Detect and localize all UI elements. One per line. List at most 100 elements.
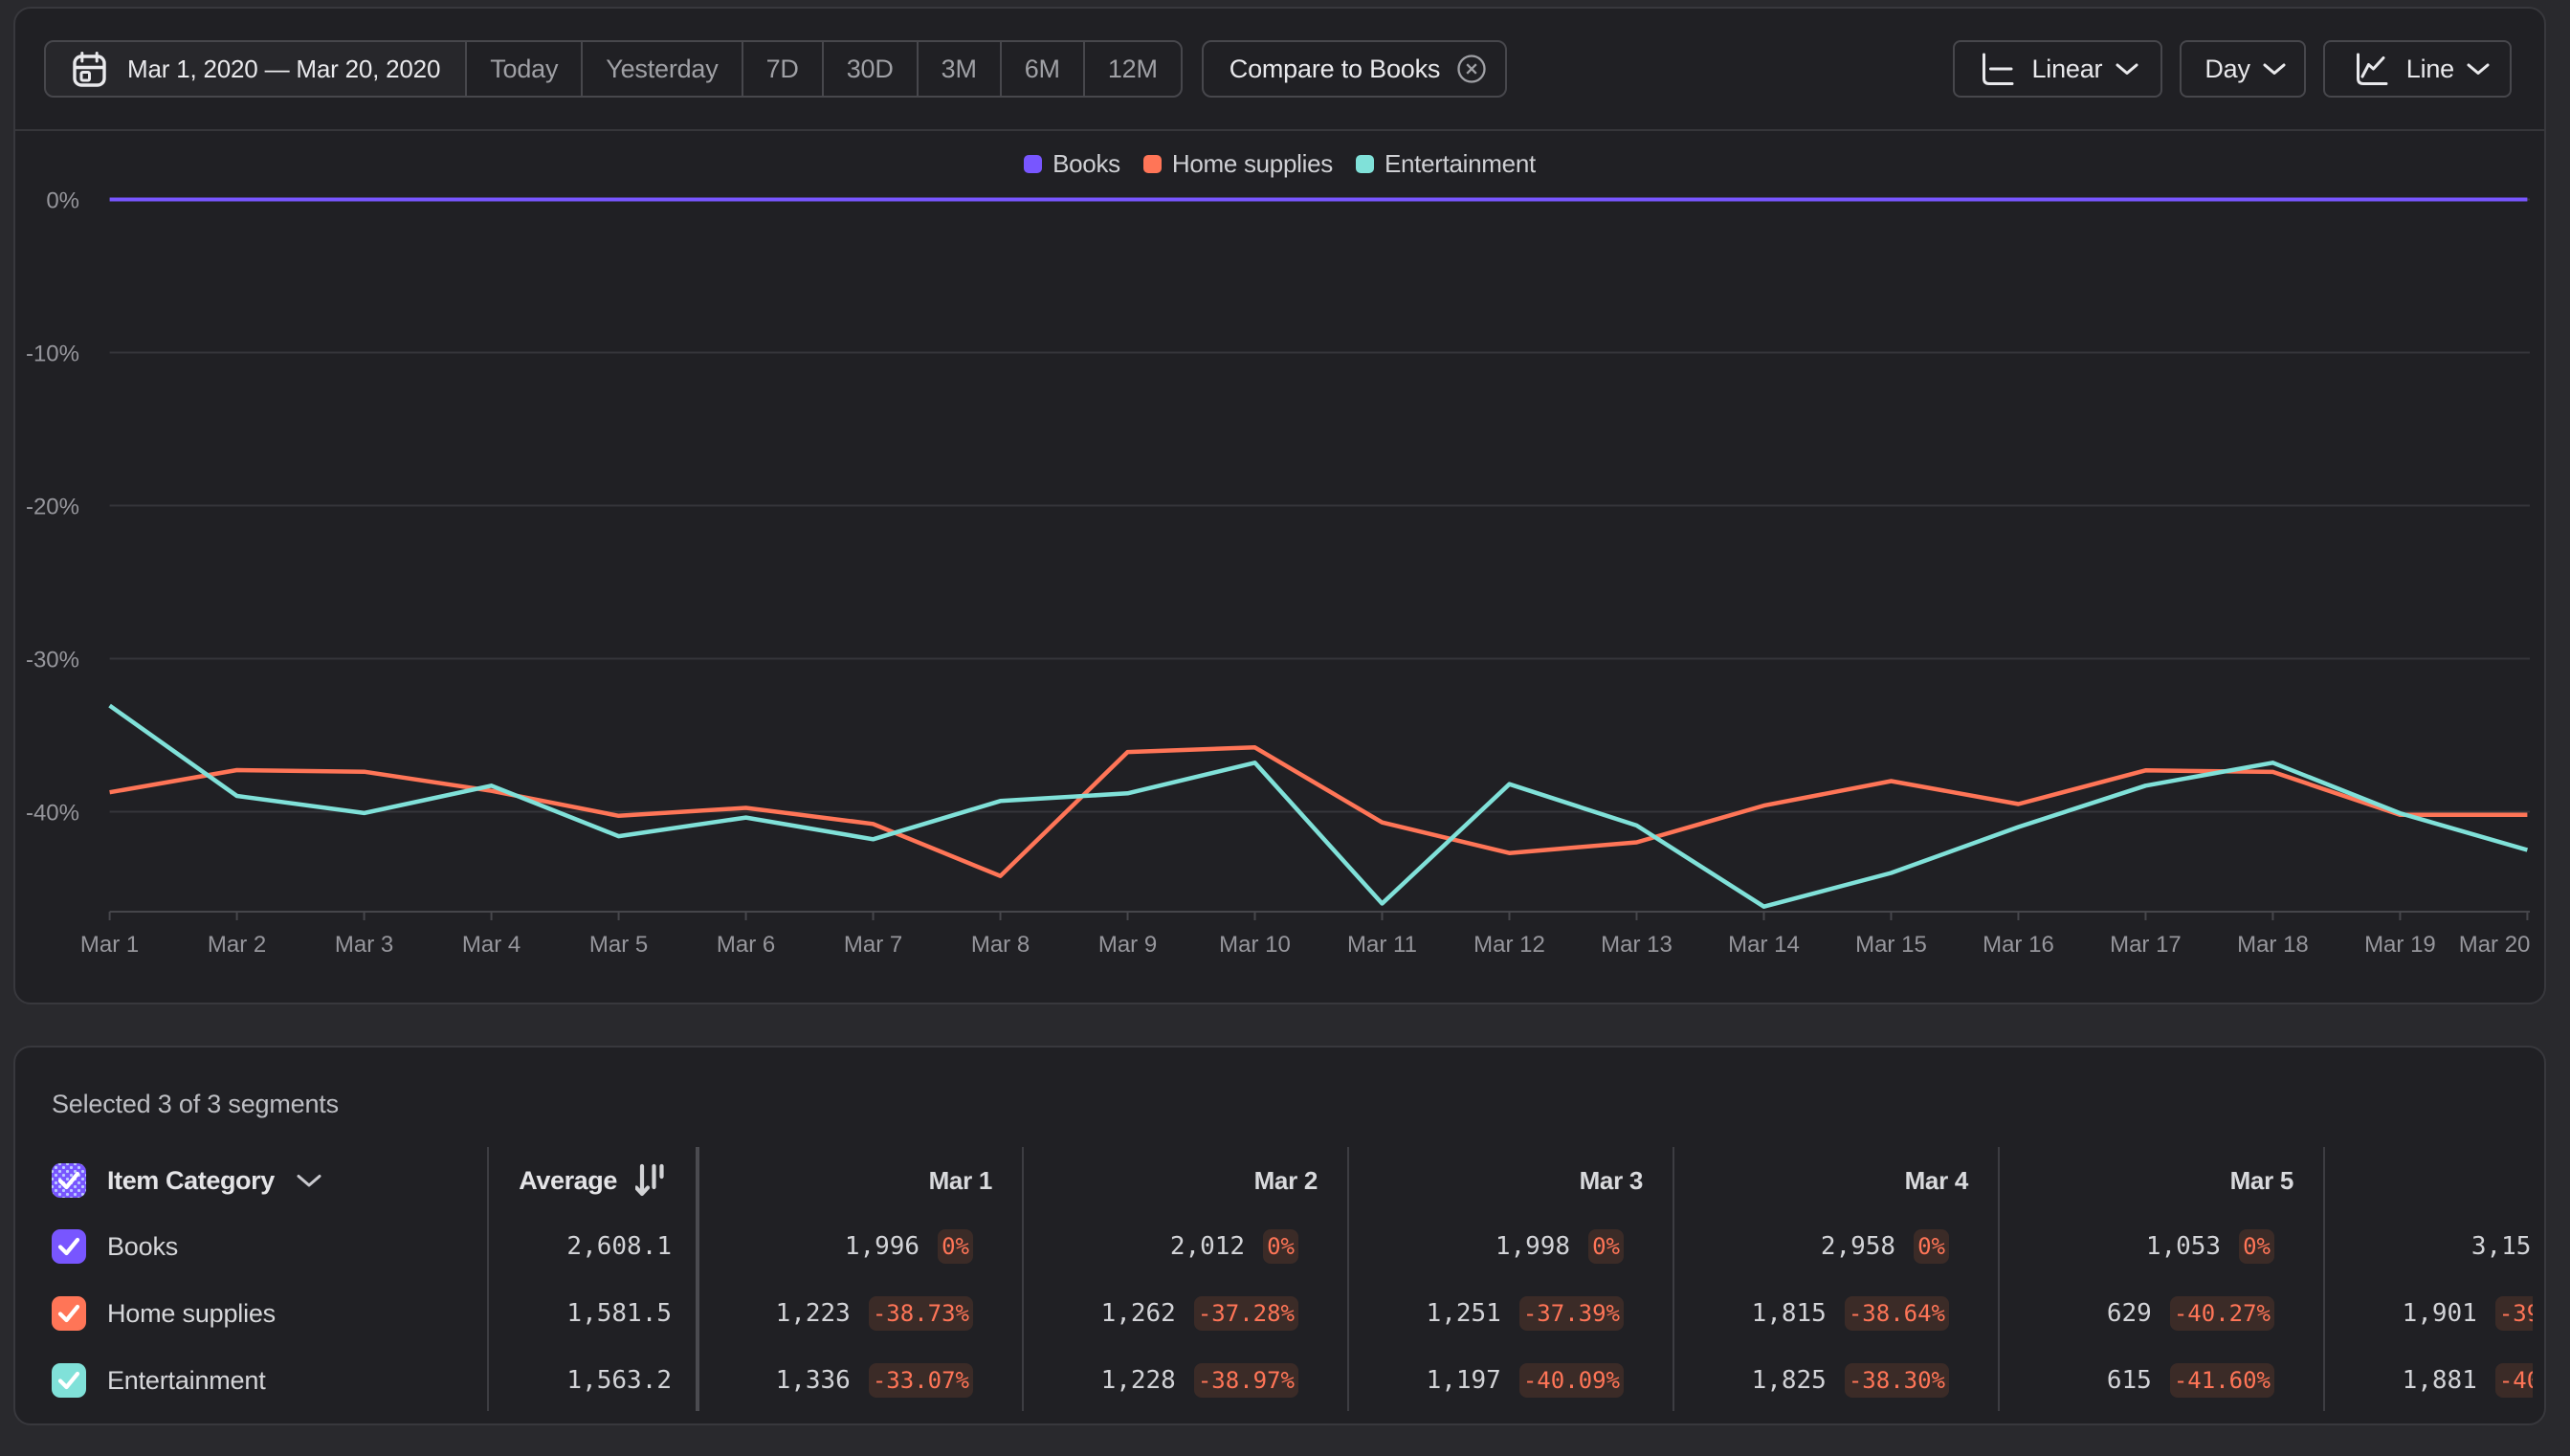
x-axis-label: Mar 7 — [844, 932, 902, 958]
x-axis-label: Mar 14 — [1728, 932, 1800, 958]
day-value: 1,825 — [1751, 1366, 1827, 1395]
sort-descending-icon[interactable] — [635, 1163, 664, 1198]
day-value: 615 — [2106, 1366, 2152, 1395]
x-axis-label: Mar 6 — [717, 932, 775, 958]
y-axis-label: 0% — [46, 188, 79, 214]
table-row-home-supplies: Home supplies 1,581.5 1,223 -38.73% 1,262 -37… — [15, 1280, 2533, 1347]
x-axis-label: Mar 1 — [80, 932, 139, 958]
segment-label: Entertainment — [107, 1365, 266, 1395]
x-axis-label: Mar 16 — [1983, 932, 2054, 958]
chevron-down-icon[interactable] — [296, 1173, 322, 1188]
segment-label: Home supplies — [107, 1298, 276, 1328]
column-header-day[interactable]: Mar 3 — [1580, 1166, 1644, 1196]
x-axis-label: Mar 13 — [1601, 932, 1673, 958]
y-axis-label: -40% — [26, 801, 79, 827]
x-axis-label: Mar 3 — [335, 932, 393, 958]
percent-change-badge: -37.39% — [1518, 1296, 1624, 1331]
x-axis-label: Mar 2 — [208, 932, 266, 958]
row-checkbox[interactable] — [52, 1363, 86, 1398]
x-axis-label: Mar 5 — [589, 932, 648, 958]
day-value: 1,881 — [2402, 1366, 2477, 1395]
segments-table: Item Category Average Mar 1 Mar 2 Mar 3 Mar 4… — [15, 1147, 2533, 1413]
percent-change-badge: 0% — [1588, 1229, 1624, 1264]
series-line-entertainment[interactable] — [108, 703, 2529, 909]
day-value: 1,228 — [1100, 1366, 1176, 1395]
check-icon — [57, 1304, 80, 1323]
column-header-average[interactable]: Average — [519, 1166, 617, 1196]
percent-change-badge: -38.64% — [1844, 1296, 1949, 1331]
average-value: 1,563.2 — [566, 1366, 672, 1395]
average-value: 2,608.1 — [566, 1232, 672, 1261]
day-value: 1,336 — [775, 1366, 851, 1395]
column-header-item-category[interactable]: Item Category — [107, 1166, 275, 1196]
chart-panel: Mar 1, 2020 — Mar 20, 2020 Today Yesterda… — [13, 7, 2546, 1004]
column-divider — [696, 1147, 699, 1411]
percent-change-badge: 0% — [2239, 1229, 2274, 1264]
day-value: 1,053 — [2145, 1232, 2222, 1261]
day-value: 1,262 — [1100, 1299, 1176, 1328]
x-axis-label: Mar 19 — [2364, 932, 2436, 958]
row-checkbox[interactable] — [52, 1229, 86, 1264]
selected-segments-text: Selected 3 of 3 segments — [52, 1090, 339, 1118]
check-icon — [57, 1371, 80, 1390]
check-icon — [57, 1171, 80, 1190]
percent-change-badge: 0% — [938, 1229, 973, 1264]
day-value: 1,223 — [775, 1299, 851, 1328]
percent-change-badge: 0% — [1914, 1229, 1949, 1264]
segments-table-panel: Selected 3 of 3 segments Item Category Av… — [13, 1046, 2546, 1425]
day-value: 2,012 — [1169, 1232, 1246, 1261]
percent-change-badge: -39.75% — [2494, 1296, 2533, 1331]
percent-change-badge: -38.73% — [868, 1296, 973, 1331]
column-divider — [1998, 1147, 2000, 1411]
x-axis-label: Mar 15 — [1855, 932, 1927, 958]
day-value: 1,251 — [1426, 1299, 1501, 1328]
x-axis-label: Mar 20 — [2459, 932, 2531, 958]
column-header-day[interactable]: Mar 1 — [929, 1166, 993, 1196]
day-value: 1,815 — [1751, 1299, 1827, 1328]
x-axis-label: Mar 11 — [1347, 932, 1417, 958]
column-divider — [2323, 1147, 2325, 1411]
x-axis-label: Mar 10 — [1219, 932, 1291, 958]
x-axis-label: Mar 9 — [1098, 932, 1157, 958]
x-axis-label: Mar 8 — [971, 932, 1030, 958]
x-axis-label: Mar 17 — [2110, 932, 2182, 958]
day-value: 1,996 — [844, 1232, 920, 1261]
x-axis-label: Mar 4 — [462, 932, 521, 958]
column-divider — [487, 1147, 489, 1411]
table-row-entertainment: Entertainment 1,563.2 1,336 -33.07% 1,228 -38… — [15, 1347, 2533, 1414]
column-header-day[interactable]: Mar 5 — [2230, 1166, 2294, 1196]
segment-label: Books — [107, 1231, 179, 1261]
table-header-row: Item Category Average Mar 1 Mar 2 Mar 3 Mar 4… — [15, 1147, 2533, 1214]
percent-change-badge: -40.38% — [2494, 1363, 2533, 1398]
line-chart[interactable]: 0% -10% -20% -30% -40% Mar 1 Mar 2 Mar 3 Mar 4 Ma… — [15, 9, 2544, 997]
y-axis-label: -10% — [26, 342, 79, 367]
percent-change-badge: -41.60% — [2169, 1363, 2274, 1398]
average-value: 1,581.5 — [566, 1299, 672, 1328]
percent-change-badge: -33.07% — [868, 1363, 973, 1398]
percent-change-badge: -37.28% — [1193, 1296, 1298, 1331]
x-axis-label: Mar 12 — [1473, 932, 1545, 958]
row-checkbox[interactable] — [52, 1296, 86, 1331]
day-value: 3,155 — [2470, 1232, 2533, 1261]
column-header-day[interactable]: Mar 4 — [1905, 1166, 1969, 1196]
percent-change-badge: -40.27% — [2169, 1296, 2274, 1331]
column-divider — [1347, 1147, 1349, 1411]
day-value: 1,901 — [2402, 1299, 2477, 1328]
column-divider — [1022, 1147, 1024, 1411]
column-divider — [1673, 1147, 1674, 1411]
percent-change-badge: -38.97% — [1193, 1363, 1298, 1398]
check-icon — [57, 1237, 80, 1256]
select-all-checkbox[interactable] — [52, 1163, 86, 1198]
column-header-day[interactable]: Mar 2 — [1254, 1166, 1318, 1196]
percent-change-badge: -40.09% — [1518, 1363, 1624, 1398]
day-value: 2,958 — [1820, 1232, 1896, 1261]
x-axis-label: Mar 18 — [2237, 932, 2309, 958]
table-row-books: Books 2,608.1 1,996 0% 2,012 0% 1,998 0% 2,958 0%… — [15, 1213, 2533, 1280]
day-value: 629 — [2106, 1299, 2152, 1328]
day-value: 1,197 — [1426, 1366, 1501, 1395]
day-value: 1,998 — [1495, 1232, 1571, 1261]
percent-change-badge: -38.30% — [1844, 1363, 1949, 1398]
y-axis-label: -30% — [26, 648, 79, 673]
segments-table-scroll-area: Item Category Average Mar 1 Mar 2 Mar 3 Mar 4… — [15, 1147, 2533, 1423]
y-axis-label: -20% — [26, 495, 79, 520]
